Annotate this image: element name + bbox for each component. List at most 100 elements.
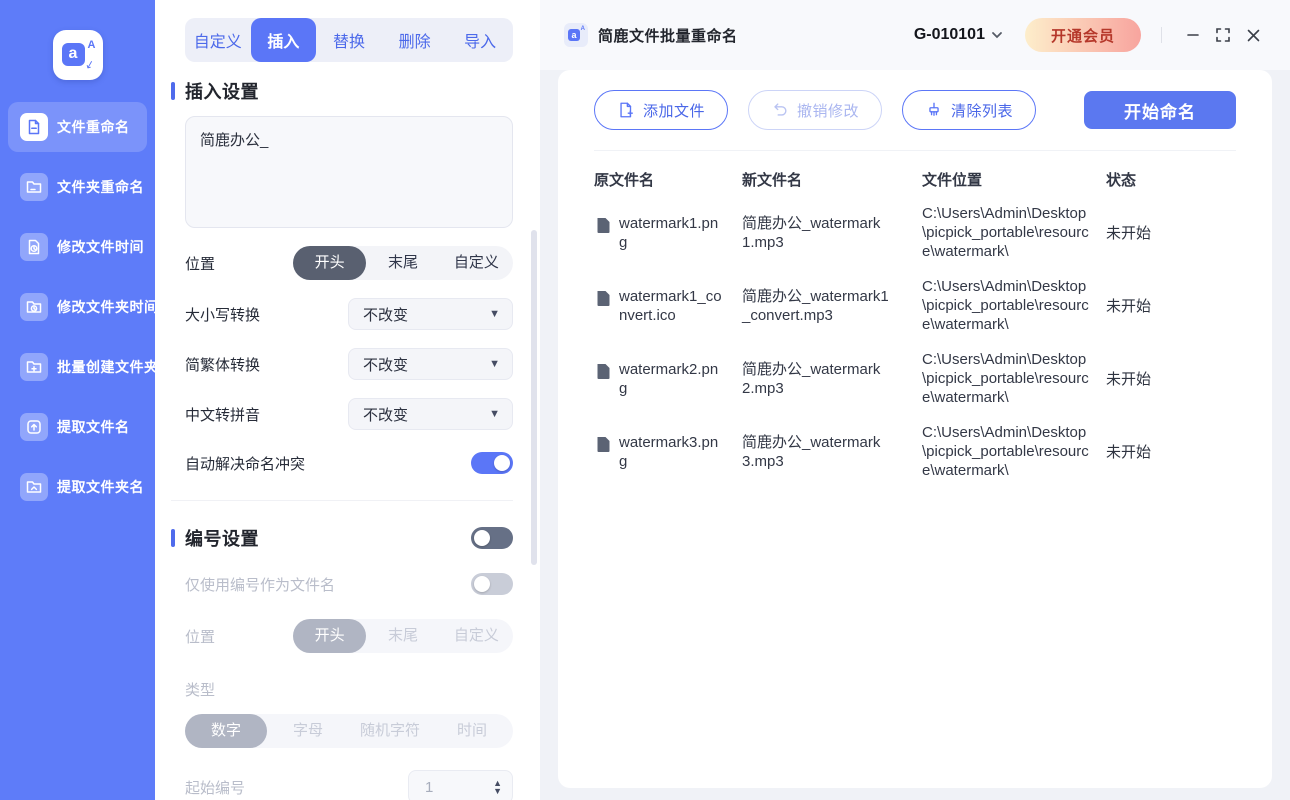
stepper-arrows-icon[interactable]: ▲ ▼ [493,779,502,796]
new-filename: 简鹿办公_watermark1_convert.mp3 [742,287,889,324]
sidebar-item-label: 修改文件夹时间 [57,299,159,315]
stepper-value: 1 [425,778,434,796]
tab-import[interactable]: 导入 [447,18,513,62]
tab-custom[interactable]: 自定义 [185,18,251,62]
settings-scrollbar[interactable] [531,230,537,565]
number-position-option-custom[interactable]: 自定义 [440,619,513,653]
old-filename: watermark3.png [619,433,719,470]
minimize-icon [1187,34,1199,36]
tradsimp-convert-label: 简繁体转换 [185,356,261,374]
title-bar: a A 简鹿文件批量重命名 G-010101 开通会员 [540,0,1290,70]
pinyin-convert-select[interactable]: 不改变 ▼ [348,398,513,430]
number-type-label-row: 类型 [185,679,513,700]
chevron-down-icon [992,32,1002,39]
number-type-label: 类型 [185,682,216,699]
file-rename-icon [20,113,48,141]
numbering-toggle[interactable] [471,527,513,549]
tab-delete[interactable]: 删除 [382,18,448,62]
settings-panel: 自定义 插入 替换 删除 导入 插入设置 简鹿办公_ 位置 开头 末尾 自定义 … [155,0,540,800]
conflict-row: 自动解决命名冲突 [185,452,513,474]
folder-plus-icon [20,353,48,381]
window-title: 简鹿文件批量重命名 [598,27,738,45]
table-row[interactable]: watermark2.png 简鹿办公_watermark2.mp3 C:\Us… [594,342,1236,415]
sidebar-item-label: 文件重命名 [57,119,130,135]
start-number-stepper[interactable]: 1 ▲ ▼ [408,770,513,800]
table-body: watermark1.png 简鹿办公_watermark1.mp3 C:\Us… [594,196,1236,488]
minimize-button[interactable] [1178,20,1208,50]
sidebar-item-extract-foldername[interactable]: 提取文件夹名 [8,462,147,512]
only-number-row: 仅使用编号作为文件名 [185,573,513,595]
position-row: 位置 开头 末尾 自定义 [185,246,513,280]
sidebar-item-file-time[interactable]: 修改文件时间 [8,222,147,272]
sidebar-item-file-rename[interactable]: 文件重命名 [8,102,147,152]
number-position-option-end[interactable]: 末尾 [366,619,439,653]
section-bar [171,529,175,547]
settings-tabbar: 自定义 插入 替换 删除 导入 [185,18,513,62]
maximize-button[interactable] [1208,20,1238,50]
button-label: 添加文件 [643,102,706,120]
sidebar-item-label: 提取文件名 [57,419,130,435]
number-position-option-start[interactable]: 开头 [293,619,367,653]
table-header: 原文件名 新文件名 文件位置 状态 [594,151,1236,196]
file-path: C:\Users\Admin\Desktop\picpick_portable\… [922,424,1089,479]
type-option-letter[interactable]: 字母 [267,714,349,748]
conflict-toggle[interactable] [471,452,513,474]
type-option-random[interactable]: 随机字符 [349,714,431,748]
sidebar-item-extract-filename[interactable]: 提取文件名 [8,402,147,452]
folder-time-icon [20,293,48,321]
type-option-number[interactable]: 数字 [185,714,267,748]
new-filename: 简鹿办公_watermark2.mp3 [742,360,881,397]
undo-button[interactable]: 撤销修改 [748,90,883,130]
only-number-toggle[interactable] [471,573,513,595]
number-type-row: 数字 字母 随机字符 时间 [185,714,513,748]
position-option-end[interactable]: 末尾 [366,246,439,280]
position-option-custom[interactable]: 自定义 [440,246,513,280]
position-segmented: 开头 末尾 自定义 [293,246,513,280]
tab-replace[interactable]: 替换 [316,18,382,62]
undo-icon [774,103,787,116]
old-filename: watermark2.png [619,360,719,397]
numbering-settings-header: 编号设置 [171,525,513,551]
status-text: 未开始 [1106,444,1152,461]
select-value: 不改变 [363,406,409,424]
tradsimp-convert-select[interactable]: 不改变 ▼ [348,348,513,380]
sidebar-item-folder-rename[interactable]: 文件夹重命名 [8,162,147,212]
sidebar-item-folder-time[interactable]: 修改文件夹时间 [8,282,158,332]
conflict-label: 自动解决命名冲突 [185,455,306,473]
file-path: C:\Users\Admin\Desktop\picpick_portable\… [922,205,1089,260]
case-convert-row: 大小写转换 不改变 ▼ [185,298,513,330]
start-number-label: 起始编号 [185,779,246,797]
sidebar-item-batch-create-folder[interactable]: 批量创建文件夹 [8,342,158,392]
status-text: 未开始 [1106,225,1152,242]
sidebar-item-label: 文件夹重命名 [57,179,144,195]
case-convert-label: 大小写转换 [185,306,261,324]
file-icon [596,217,612,238]
logo-swoosh-icon: ↙ [84,57,97,72]
table-row[interactable]: watermark3.png 简鹿办公_watermark3.mp3 C:\Us… [594,415,1236,488]
case-convert-select[interactable]: 不改变 ▼ [348,298,513,330]
license-dropdown[interactable]: G-010101 [914,26,1003,44]
clear-brush-icon [929,102,939,116]
vip-button[interactable]: 开通会员 [1024,18,1141,52]
insert-text-input[interactable]: 简鹿办公_ [185,116,513,228]
type-option-time[interactable]: 时间 [431,714,513,748]
start-rename-button[interactable]: 开始命名 [1084,91,1236,129]
close-button[interactable] [1238,20,1268,50]
file-icon [596,290,612,311]
position-option-start[interactable]: 开头 [293,246,367,280]
chevron-down-icon: ▼ [489,358,500,370]
table-row[interactable]: watermark1_convert.ico 简鹿办公_watermark1_c… [594,269,1236,342]
clear-list-button[interactable]: 清除列表 [902,90,1037,130]
add-files-button[interactable]: 添加文件 [594,90,729,130]
file-path: C:\Users\Admin\Desktop\picpick_portable\… [922,351,1089,406]
status-text: 未开始 [1106,298,1152,315]
logo-a-icon: a [61,43,85,66]
toolbar: 添加文件 撤销修改 清除列表 开始命名 [594,90,1236,151]
only-number-label: 仅使用编号作为文件名 [185,576,336,594]
extract-file-icon [20,413,48,441]
table-row[interactable]: watermark1.png 简鹿办公_watermark1.mp3 C:\Us… [594,196,1236,269]
toggle-knob [474,576,490,592]
tab-insert[interactable]: 插入 [250,18,317,62]
button-label: 撤销修改 [797,102,860,120]
section-title: 插入设置 [185,82,259,102]
